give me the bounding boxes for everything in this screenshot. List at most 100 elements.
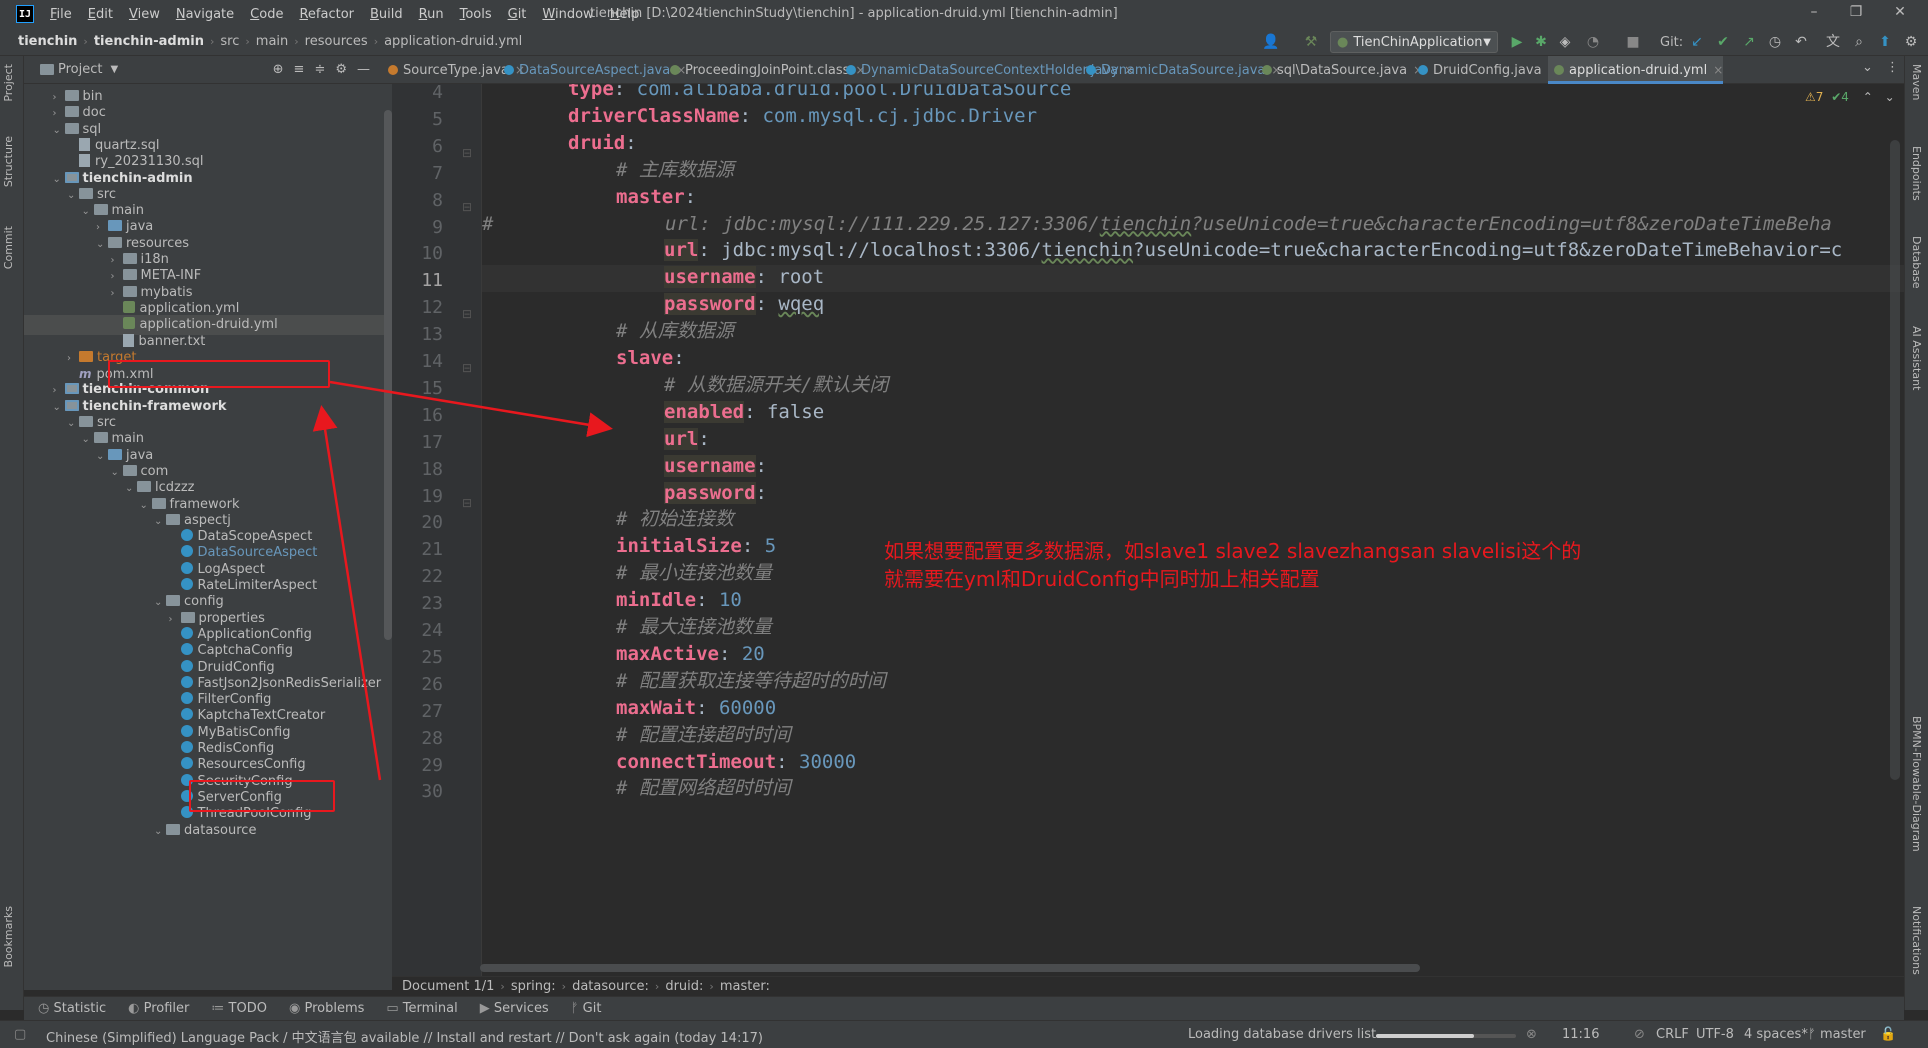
chevron-down-icon[interactable]: ⌄ [53,121,65,141]
code-line[interactable]: slave: [616,345,685,372]
editor-tab[interactable]: DataSourceAspect.java × [498,56,686,84]
code-line[interactable]: url: [664,426,710,453]
code-line[interactable]: # 配置连接超时时间 [616,722,791,749]
git-commit-icon[interactable]: ✔ [1714,33,1732,51]
ai-assistant-tool-tab[interactable]: AI Assistant [1910,326,1923,390]
translate-icon[interactable]: 文 [1824,33,1842,51]
tab-list-chevron-icon[interactable]: ⌄ [1862,60,1873,75]
chevron-down-icon[interactable]: ⌄ [154,593,166,613]
fold-marker-icon[interactable]: ⊟ [462,307,472,321]
fold-marker-icon[interactable]: ⊟ [462,146,472,160]
tool-window-problems[interactable]: ◉ Problems [289,1001,364,1016]
tool-window-terminal[interactable]: ▭ Terminal [386,1001,457,1016]
code-breadcrumb-item[interactable]: druid: [665,979,703,994]
code-line[interactable]: # 配置获取连接等待超时的时间 [616,668,886,695]
chevron-down-icon[interactable]: ⌄ [82,202,94,222]
code-line[interactable]: enabled: false [664,399,824,426]
code-line[interactable]: # 初始连接数 [616,506,734,533]
chevron-down-icon[interactable]: ⌄ [154,512,166,532]
menu-file[interactable]: File [42,7,80,22]
git-branch[interactable]: ᚠ master [1808,1027,1866,1042]
bookmarks-tool-tab[interactable]: Bookmarks [2,906,15,967]
code-line[interactable]: password: [664,480,767,507]
chevron-down-icon[interactable]: ⌄ [1885,90,1895,104]
menu-edit[interactable]: Edit [80,7,121,22]
breadcrumb-item[interactable]: tienchin-admin [94,34,204,49]
code-line[interactable]: # 主库数据源 [616,157,734,184]
fold-marker-icon[interactable]: ⊟ [462,361,472,375]
chevron-down-icon[interactable]: ⌄ [96,235,108,255]
code-editor[interactable]: type: com.alibaba.druid.pool.DruidDataSo… [482,84,1904,986]
bpmn-tool-tab[interactable]: BPMN-Flowable-Diagram [1910,716,1923,852]
code-breadcrumb-item[interactable]: spring: [511,979,556,994]
chevron-down-icon[interactable]: ▼ [110,64,118,75]
chevron-down-icon[interactable]: ⌄ [82,430,94,450]
history-icon[interactable]: ◷ [1766,33,1784,51]
maven-tool-tab[interactable]: Maven [1910,64,1923,100]
chevron-down-icon[interactable]: ⌄ [111,463,123,483]
endpoints-tool-tab[interactable]: Endpoints [1910,146,1923,201]
chevron-down-icon[interactable]: ⌄ [53,398,65,418]
database-tool-tab[interactable]: Database [1910,236,1923,289]
menu-refactor[interactable]: Refactor [291,7,362,22]
cancel-progress-icon[interactable]: ⊗ [1526,1027,1537,1042]
code-line[interactable]: # 从数据源开关/默认关闭 [664,372,888,399]
code-line[interactable]: username: [664,453,767,480]
breadcrumb-item[interactable]: src [220,34,239,49]
build-hammer-icon[interactable]: ⚒ [1302,33,1320,51]
project-tool-tab[interactable]: Project [2,64,15,102]
menu-code[interactable]: Code [242,7,291,22]
user-icon[interactable]: 👤 [1262,33,1280,51]
fold-marker-icon[interactable]: ⊟ [462,200,472,214]
code-line[interactable]: # 从库数据源 [616,318,734,345]
caret-position[interactable]: 11:16 [1562,1027,1599,1042]
status-toggle-icon[interactable]: ▢ [14,1027,26,1042]
code-line[interactable]: minIdle: 10 [616,587,742,614]
chevron-down-icon[interactable]: ⌄ [125,479,137,499]
project-panel-actions[interactable]: ⊕≡≑⚙— [273,62,380,77]
code-line[interactable]: connectTimeout: 30000 [616,749,856,776]
chevron-down-icon[interactable]: ⌄ [140,496,152,516]
readonly-toggle-icon[interactable]: ⊘ [1634,1027,1645,1042]
tree-item[interactable]: ⌄ datasource [154,821,256,841]
tree-scrollbar[interactable] [384,110,392,640]
code-line[interactable]: # 配置网络超时时间 [616,775,791,802]
chevron-up-icon[interactable]: ⌃ [1863,90,1873,104]
debug-icon[interactable]: ✱ [1532,33,1550,51]
breadcrumb-item[interactable]: main [256,34,288,49]
notifications-tool-tab[interactable]: Notifications [1910,906,1923,975]
git-update-icon[interactable]: ↙ [1688,33,1706,51]
menu-tools[interactable]: Tools [452,7,500,22]
code-line[interactable]: maxWait: 60000 [616,695,776,722]
maximize-button[interactable]: ❐ [1846,4,1866,24]
menu-view[interactable]: View [121,7,168,22]
tool-window-statistic[interactable]: ◷ Statistic [38,1001,106,1016]
stop-icon[interactable]: ■ [1624,33,1642,51]
tab-more-icon[interactable]: ⋮ [1886,60,1899,75]
minimize-button[interactable]: – [1804,4,1824,24]
code-line[interactable]: url: jdbc:mysql://localhost:3306/tienchi… [664,237,1842,264]
indent-setting[interactable]: 4 spaces* [1744,1027,1808,1042]
editor-vertical-scrollbar[interactable] [1890,140,1900,780]
status-message[interactable]: Chinese (Simplified) Language Pack / 中文语… [46,1027,763,1046]
code-line[interactable]: # 最小连接池数量 [616,560,772,587]
editor-horizontal-scrollbar[interactable] [480,964,1420,972]
coverage-icon[interactable]: ◈ [1556,33,1574,51]
chevron-down-icon[interactable]: ⌄ [53,170,65,190]
editor-tab[interactable]: application-druid.yml × [1548,56,1724,84]
editor-tab[interactable]: DynamicDataSource.java × [1080,56,1281,84]
code-line[interactable]: master: [616,184,696,211]
code-line[interactable]: password: wqeq [664,291,824,318]
code-line[interactable]: type: com.alibaba.druid.pool.DruidDataSo… [568,84,1071,103]
menu-git[interactable]: Git [500,7,535,22]
search-icon[interactable]: ⌕ [1850,33,1868,51]
editor-tab[interactable]: DruidConfig.java× [1412,56,1558,84]
menu-navigate[interactable]: Navigate [168,7,242,22]
lock-icon[interactable]: 🔓 [1880,1027,1896,1042]
code-line[interactable]: initialSize: 5 [616,533,776,560]
close-tab-icon[interactable]: × [1713,63,1723,77]
inspection-widget[interactable]: ⚠7 ✔4 ⌃ ⌄ [1805,90,1895,104]
code-line[interactable]: # 最大连接池数量 [616,614,772,641]
profile-icon[interactable]: ◔ [1584,33,1602,51]
code-breadcrumb-item[interactable]: Document 1/1 [402,979,494,994]
